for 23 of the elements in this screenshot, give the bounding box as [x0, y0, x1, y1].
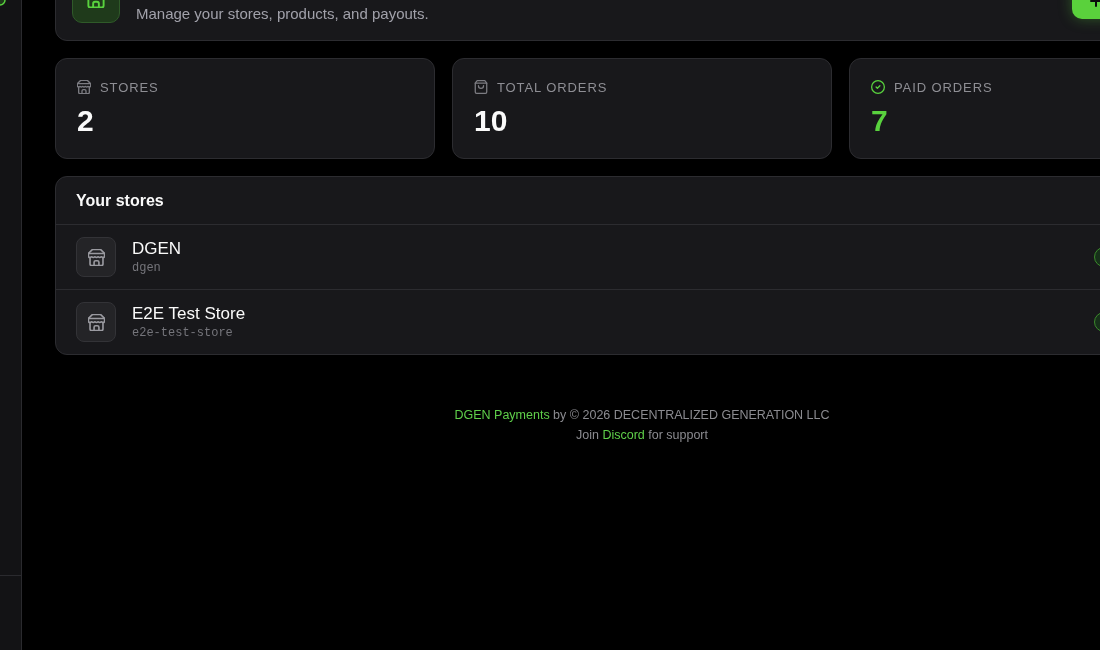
- store-slug: e2e-test-store: [132, 325, 234, 341]
- panel-title: Your stores: [76, 191, 164, 210]
- stat-label: STORES: [100, 79, 159, 95]
- stat-value: 2: [77, 103, 95, 139]
- store-name: E2E Test Store: [132, 303, 246, 324]
- store-row[interactable]: E2E Test Store e2e-test-store: [56, 289, 1100, 354]
- stat-value: 7: [871, 103, 889, 139]
- footer-link[interactable]: Discord: [602, 428, 645, 442]
- footer-text: Join Discord for support: [576, 427, 708, 444]
- stat-value: 10: [474, 103, 509, 139]
- stat-label: PAID ORDERS: [894, 79, 993, 95]
- footer-text: DGEN Payments by © 2026 DECENTRALIZED GENERATION LLC: [454, 407, 830, 424]
- check-circle-icon: [871, 80, 885, 94]
- store-icon: [77, 80, 91, 94]
- stat-label: TOTAL ORDERS: [497, 79, 608, 95]
- shopping-bag-icon: [474, 80, 488, 94]
- store-icon: [76, 302, 116, 342]
- store-row[interactable]: DGEN dgen: [56, 225, 1100, 289]
- store-slug: dgen: [132, 260, 162, 276]
- footer-link[interactable]: DGEN Payments: [454, 408, 550, 422]
- store-name: DGEN: [132, 238, 182, 259]
- store-icon: [76, 237, 116, 277]
- page-subtitle: Manage your stores, products, and payouts.: [136, 5, 429, 23]
